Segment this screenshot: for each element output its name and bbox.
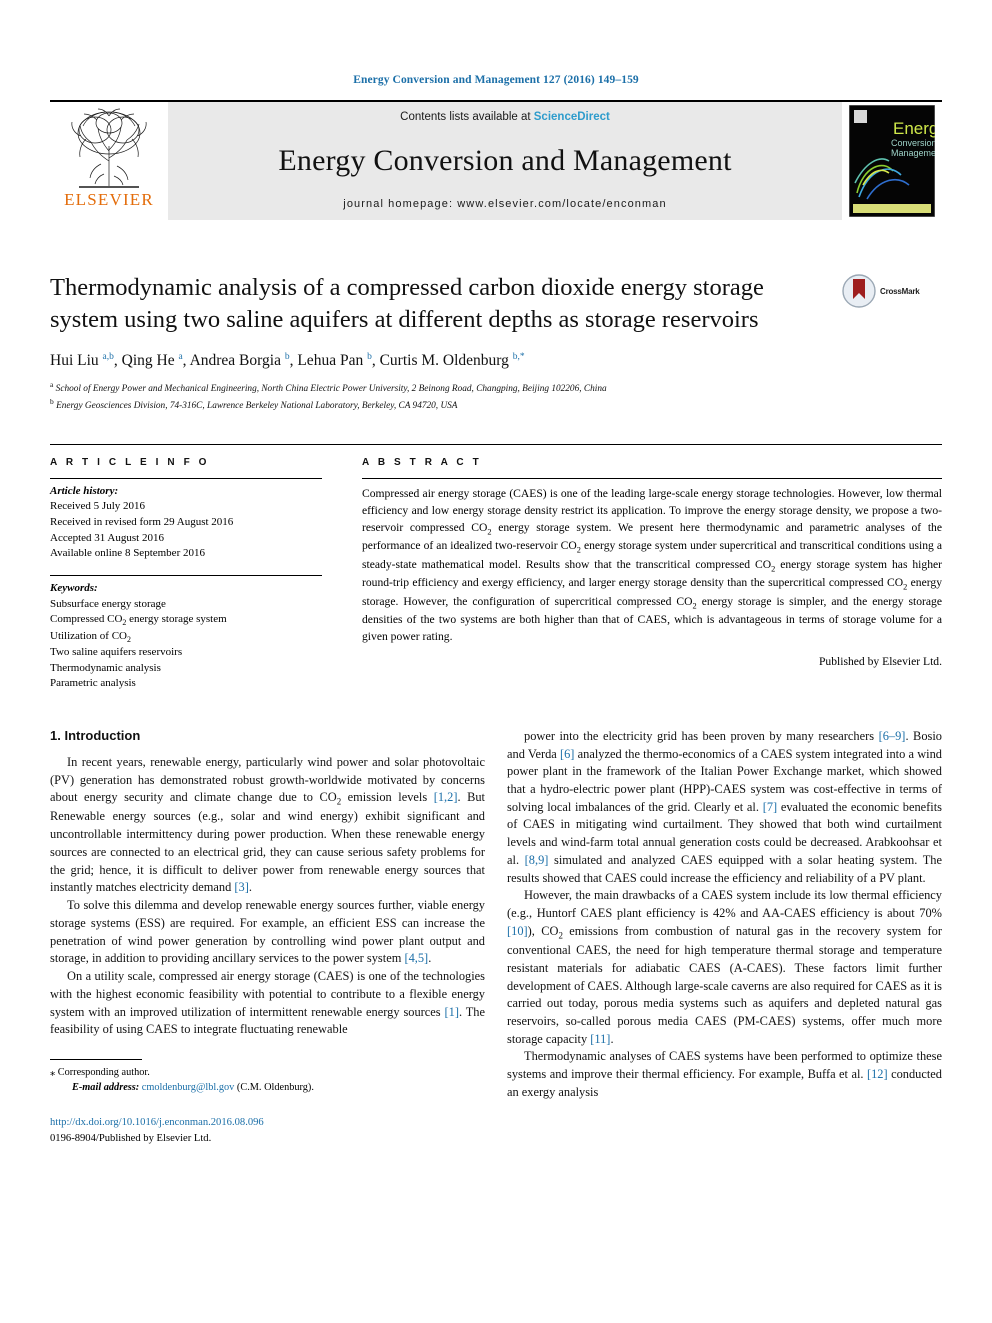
article-info-column: A R T I C L E I N F O Article history: R…: [50, 457, 344, 692]
list-item: Parametric analysis: [50, 677, 136, 690]
list-item: Compressed CO2 energy storage system: [50, 613, 227, 628]
svg-text:Management: Management: [891, 148, 935, 158]
journal-cover-thumbnail: Energy Conversion Management: [842, 102, 942, 220]
elsevier-logo: ELSEVIER: [50, 102, 168, 220]
list-item: To solve this dilemma and develop renewa…: [50, 898, 485, 966]
author-list: Hui Liu a,b, Qing He a, Andrea Borgia b,…: [50, 351, 525, 369]
page-title: Thermodynamic analysis of a compressed c…: [50, 274, 764, 333]
journal-masthead: ELSEVIER Contents lists available at Sci…: [50, 100, 942, 220]
body-columns: 1. Introduction In recent years, renewab…: [50, 728, 942, 1147]
elsevier-tree-icon: [71, 108, 147, 188]
list-item: In recent years, renewable energy, parti…: [50, 754, 485, 895]
list-item: Thermodynamic analysis: [50, 661, 161, 674]
corresponding-text: Corresponding author.: [57, 1067, 150, 1079]
keywords-list: Subsurface energy storage Compressed CO2 …: [50, 597, 322, 692]
list-item: Available online 8 September 2016: [50, 547, 205, 560]
section-heading-introduction: 1. Introduction: [50, 727, 141, 743]
affiliation-b-text: Energy Geosciences Division, 74-316C, La…: [56, 401, 458, 412]
article-history-heading: Article history:: [50, 484, 119, 497]
affiliation-b: b Energy Geosciences Division, 74-316C, …: [50, 397, 458, 412]
list-item: Two saline aquifers reservoirs: [50, 645, 183, 658]
running-head: Energy Conversion and Management 127 (20…: [353, 74, 639, 86]
body-column-right: power into the electricity grid has been…: [507, 728, 942, 1147]
issn-line: 0196-8904/Published by Elsevier Ltd.: [50, 1132, 212, 1144]
crossmark-icon: [842, 274, 876, 308]
keywords-heading: Keywords:: [50, 581, 98, 594]
history-list: Received 5 July 2016 Received in revised …: [50, 499, 322, 561]
sciencedirect-link[interactable]: ScienceDirect: [534, 111, 610, 123]
masthead-center: Contents lists available at ScienceDirec…: [168, 102, 842, 220]
list-item: Received 5 July 2016: [50, 500, 146, 513]
contents-prefix: Contents lists available at: [400, 111, 534, 123]
corresponding-author-note: ⁎ Corresponding author.: [50, 1065, 485, 1080]
footnote-block: ⁎ Corresponding author. E-mail address: …: [50, 1059, 485, 1096]
email-label: E-mail address:: [72, 1082, 140, 1094]
svg-text:Energy: Energy: [893, 119, 935, 138]
abstract-heading: A B S T R A C T: [362, 456, 482, 468]
keywords-block: Keywords: Subsurface energy storage Compr…: [50, 576, 322, 692]
list-item: Received in revised form 29 August 2016: [50, 516, 234, 529]
crossmark-badge[interactable]: CrossMark: [842, 274, 942, 308]
list-item: Accepted 31 August 2016: [50, 531, 164, 544]
svg-text:Conversion: Conversion: [891, 138, 935, 148]
article-history-block: Article history: Received 5 July 2016 Rec…: [50, 479, 322, 562]
journal-cover-image: Energy Conversion Management: [849, 105, 935, 217]
email-note: E-mail address: cmoldenburg@lbl.gov (C.M…: [50, 1080, 485, 1095]
intro-left-paragraphs: In recent years, renewable energy, parti…: [50, 754, 485, 1039]
affiliation-a: a School of Energy Power and Mechanical …: [50, 379, 607, 394]
crossmark-label: CrossMark: [880, 286, 920, 296]
contents-available-line: Contents lists available at ScienceDirec…: [400, 111, 610, 123]
list-item: Subsurface energy storage: [50, 597, 166, 610]
footnote-divider: [50, 1059, 142, 1061]
corresponding-marker: ⁎: [50, 1067, 56, 1079]
intro-right-paragraphs: power into the electricity grid has been…: [507, 728, 942, 1102]
abstract-publisher-line: Published by Elsevier Ltd.: [818, 655, 942, 669]
list-item: However, the main drawbacks of a CAES sy…: [507, 888, 942, 1046]
journal-title: Energy Conversion and Management: [278, 143, 732, 177]
elsevier-wordmark: ELSEVIER: [64, 190, 154, 209]
title-block: CrossMark Thermodynamic analysis of a co…: [50, 272, 942, 414]
email-owner: (C.M. Oldenburg).: [236, 1082, 314, 1094]
abstract-column: A B S T R A C T Compressed air energy st…: [344, 457, 942, 692]
list-item: Utilization of CO2: [50, 629, 131, 644]
journal-article-page: Energy Conversion and Management 127 (20…: [0, 0, 992, 1323]
affiliation-a-text: School of Energy Power and Mechanical En…: [55, 383, 607, 394]
affiliations: a School of Energy Power and Mechanical …: [50, 379, 942, 414]
list-item: On a utility scale, compressed air energ…: [50, 969, 485, 1037]
doi-block: http://dx.doi.org/10.1016/j.enconman.201…: [50, 1115, 485, 1147]
email-link[interactable]: cmoldenburg@lbl.gov: [142, 1082, 235, 1093]
body-column-left: 1. Introduction In recent years, renewab…: [50, 728, 485, 1147]
doi-link[interactable]: http://dx.doi.org/10.1016/j.enconman.201…: [50, 1115, 485, 1131]
abstract-body: Compressed air energy storage (CAES) is …: [362, 486, 942, 644]
article-info-heading: A R T I C L E I N F O: [50, 456, 210, 468]
journal-homepage-link[interactable]: journal homepage: www.elsevier.com/locat…: [343, 198, 666, 210]
info-abstract-region: A R T I C L E I N F O Article history: R…: [50, 443, 942, 692]
list-item: power into the electricity grid has been…: [507, 728, 942, 885]
list-item: Thermodynamic analyses of CAES systems h…: [507, 1049, 942, 1099]
